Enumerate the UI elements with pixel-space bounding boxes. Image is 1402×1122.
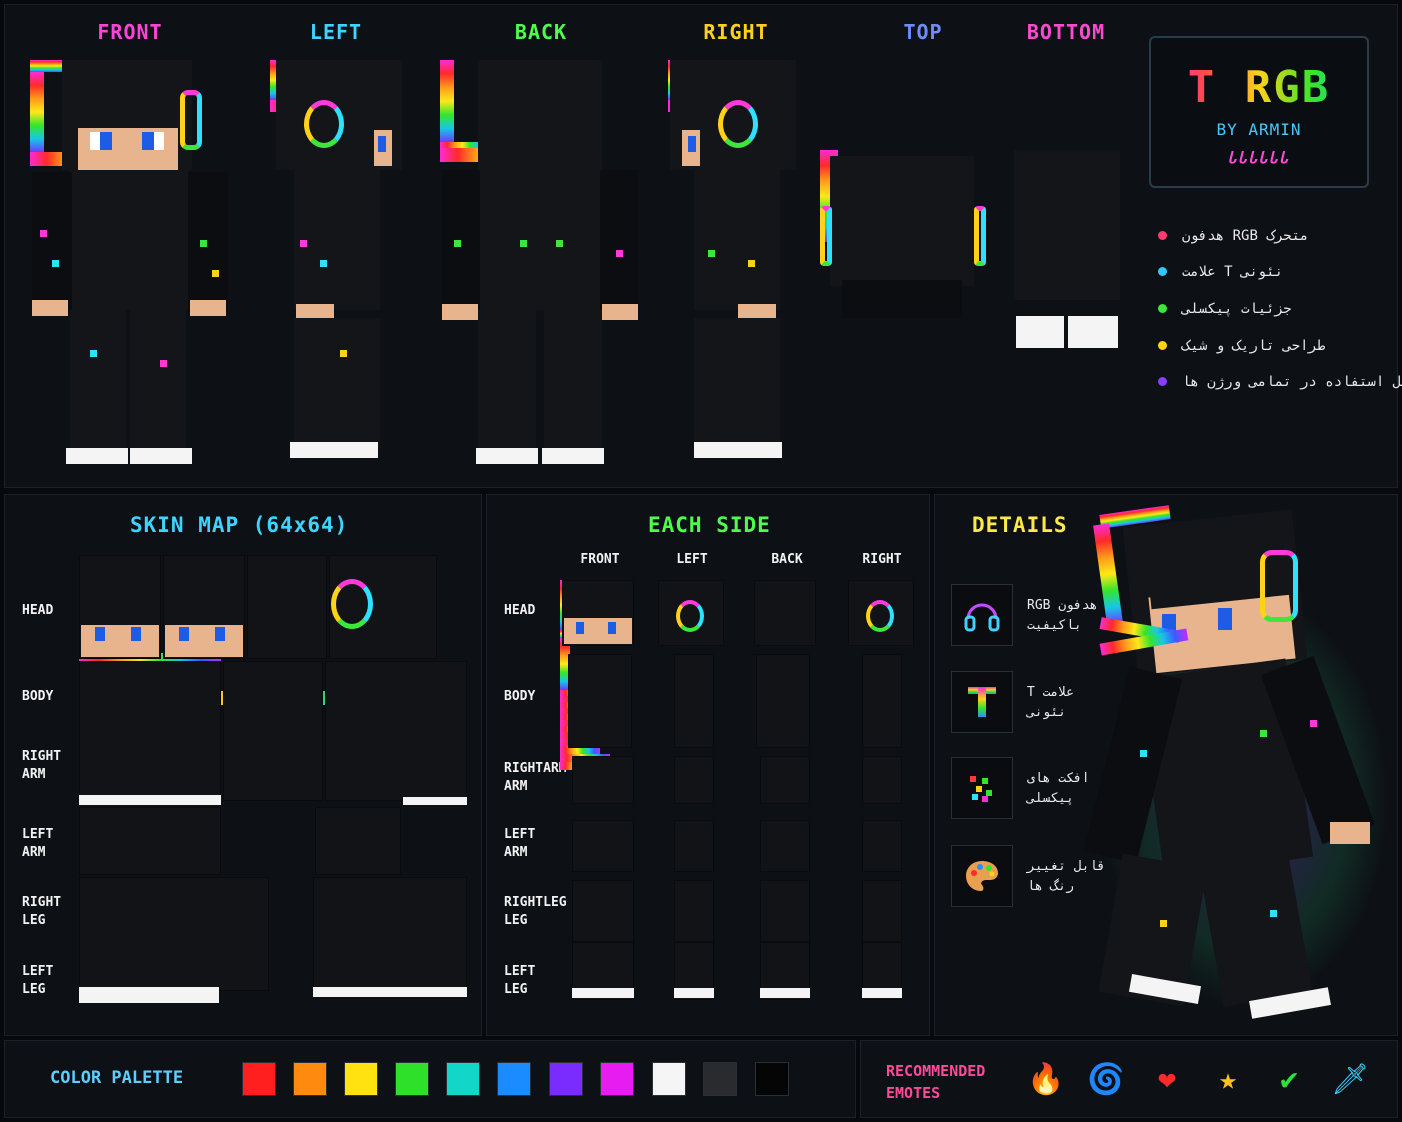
color-swatch[interactable] (600, 1062, 634, 1096)
side-col-label: RIGHT (862, 552, 902, 567)
palette-icon (951, 845, 1013, 907)
color-swatch[interactable] (446, 1062, 480, 1096)
color-palette-label: COLOR PALETTE (50, 1068, 184, 1088)
pixel-effect-icon (951, 757, 1013, 819)
map-row-label: HEAD (22, 603, 54, 618)
skin-bottom-view (1014, 150, 1120, 352)
skin-map-title: SKIN MAP (64x64) (130, 513, 349, 537)
each-side-title: EACH SIDE (648, 513, 771, 537)
skin-front-view (30, 60, 240, 470)
skin-top-view (820, 150, 986, 320)
blue-flame-icon[interactable]: 🔥 (1026, 1060, 1066, 1100)
brand-subtitle: BY ARMIN (1216, 120, 1302, 139)
detail-item: قابل تغییر رنگ ها (951, 845, 1121, 909)
color-swatch[interactable] (497, 1062, 531, 1096)
view-label-right: RIGHT (703, 20, 769, 44)
side-col-label: BACK (771, 552, 803, 567)
skin-map-texture (79, 555, 469, 1005)
side-row-label: HEAD (504, 603, 536, 618)
color-swatch[interactable] (293, 1062, 327, 1096)
view-label-back: BACK (514, 20, 568, 44)
each-side-grid (560, 580, 920, 1005)
side-row-label: LEFT ARM (504, 827, 536, 860)
bullet-dot-icon (1158, 304, 1167, 313)
brand-title: T RGB (1151, 62, 1367, 113)
view-label-bottom: BOTTOM (1026, 20, 1106, 44)
bullet-dot-icon (1158, 341, 1167, 350)
color-swatch[interactable] (395, 1062, 429, 1096)
star-icon[interactable]: ★ (1208, 1060, 1248, 1100)
check-icon[interactable]: ✔ (1269, 1060, 1309, 1100)
color-swatch[interactable] (549, 1062, 583, 1096)
skin-left-view (270, 60, 410, 470)
color-swatch[interactable] (344, 1062, 378, 1096)
bullet-dot-icon (1158, 377, 1167, 386)
view-label-top: TOP (903, 20, 943, 44)
spiral-icon[interactable]: 🌀 (1086, 1060, 1126, 1100)
view-label-left: LEFT (309, 20, 363, 44)
hero-character-render (1083, 505, 1390, 1030)
color-swatch[interactable] (755, 1062, 789, 1096)
headphones-icon (951, 584, 1013, 646)
side-row-label: LEFT LEG (504, 964, 536, 997)
map-row-label: RIGHT LEG (22, 895, 62, 928)
view-label-front: FRONT (97, 20, 163, 44)
side-col-label: LEFT (676, 552, 708, 567)
detail-item: RGB هدفون باکیفیت (951, 584, 1121, 648)
color-swatch[interactable] (242, 1062, 276, 1096)
t-letter-icon (951, 671, 1013, 733)
details-title: DETAILS (972, 513, 1068, 537)
side-col-label: FRONT (580, 552, 620, 567)
side-row-label: BODY (504, 689, 536, 704)
map-row-label: RIGHT ARM (22, 749, 62, 782)
skin-right-view (668, 60, 808, 470)
color-swatch[interactable] (703, 1062, 737, 1096)
bullet-dot-icon (1158, 231, 1167, 240)
heart-icon[interactable]: ❤ (1147, 1060, 1187, 1100)
detail-item: T علامت نئونی (951, 671, 1121, 735)
brand-box: T RGB BY ARMIN ᏓᏓᏓᏓᏓᏓ (1149, 36, 1369, 188)
color-swatch[interactable] (652, 1062, 686, 1096)
map-row-label: LEFT LEG (22, 964, 54, 997)
skin-back-view (440, 60, 640, 470)
bullet-dot-icon (1158, 267, 1167, 276)
map-row-label: BODY (22, 689, 54, 704)
brand-signature: ᏓᏓᏓᏓᏓᏓ (1228, 148, 1290, 167)
recommended-emotes-label: RECOMMENDED EMOTES (886, 1062, 986, 1102)
map-row-label: LEFT ARM (22, 827, 54, 860)
sword-icon[interactable]: 🗡 (1330, 1060, 1370, 1100)
